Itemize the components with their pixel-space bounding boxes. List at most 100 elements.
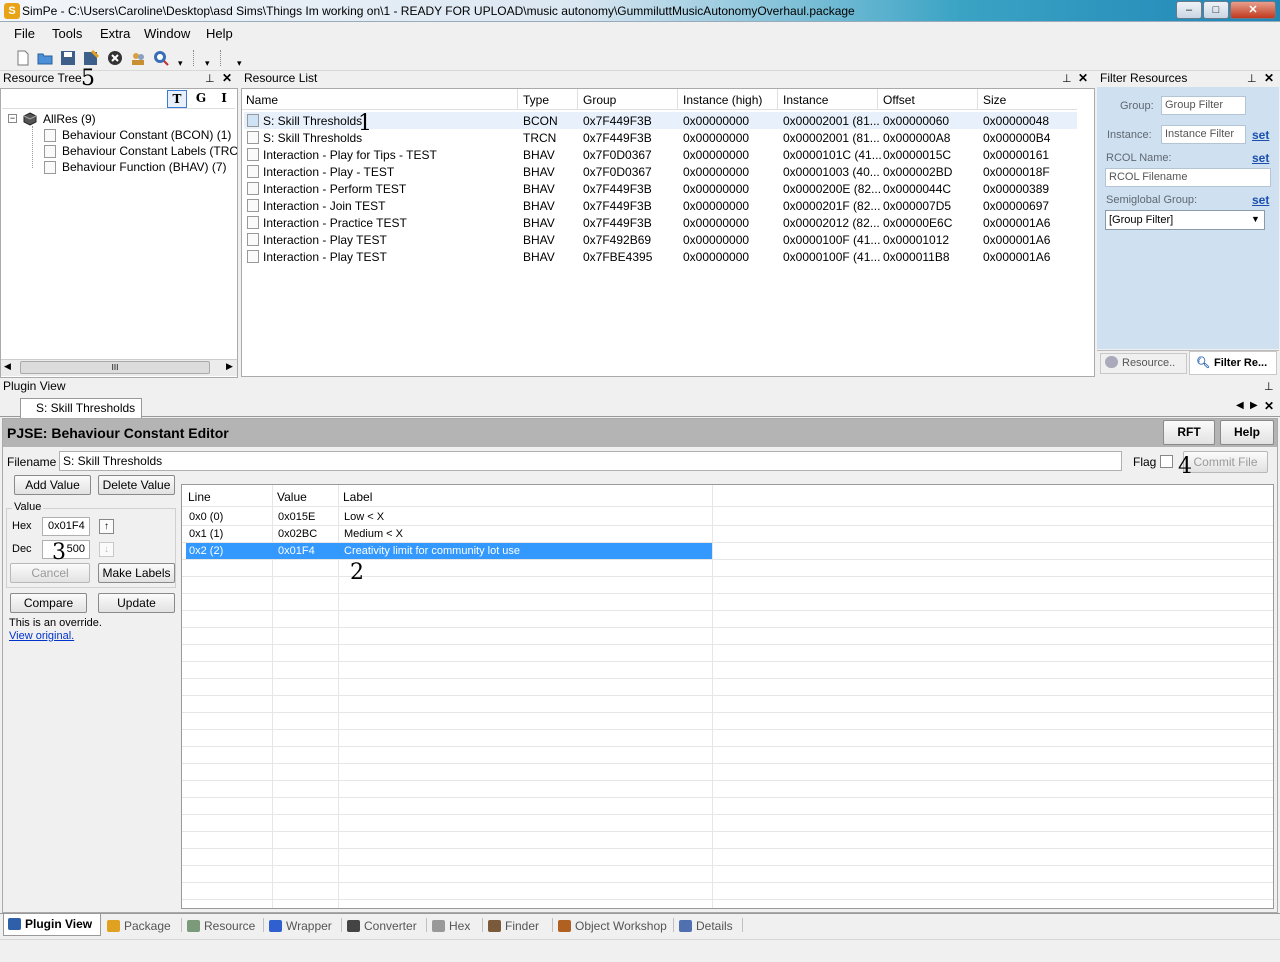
- pin-icon[interactable]: ⊥: [1264, 380, 1274, 393]
- column-header[interactable]: Type: [523, 93, 549, 107]
- filename-input[interactable]: S: Skill Thresholds: [59, 451, 1122, 471]
- tab-filter[interactable]: 🔍︎ Filter Re...: [1189, 351, 1277, 375]
- tab-package[interactable]: Package: [103, 916, 181, 936]
- grid-row-line: [182, 695, 1273, 696]
- tab-scroll-left-icon[interactable]: ◀: [1236, 400, 1244, 411]
- table-cell[interactable]: 0x0 (0): [189, 511, 223, 523]
- table-cell: BHAV: [523, 165, 555, 179]
- help-button[interactable]: Help: [1220, 420, 1274, 445]
- commit-file-button[interactable]: Commit File: [1183, 451, 1268, 473]
- hex-input[interactable]: 0x01F4: [42, 517, 90, 536]
- close-icon[interactable]: ✕: [1078, 71, 1088, 85]
- close-window-button[interactable]: ✕: [1230, 1, 1276, 19]
- column-header[interactable]: Offset: [883, 93, 915, 107]
- tree-item-trcn[interactable]: Behaviour Constant Labels (TRCN) (: [62, 144, 237, 158]
- arrow-down-icon[interactable]: ↓: [99, 542, 114, 557]
- rft-button[interactable]: RFT: [1163, 420, 1215, 445]
- minimize-button[interactable]: –: [1176, 1, 1202, 19]
- instance-filter-input[interactable]: Instance Filter: [1161, 125, 1246, 144]
- view-instance-button[interactable]: I: [214, 90, 234, 108]
- table-cell: 0x7F449F3B: [583, 182, 652, 196]
- tab-scroll-right-icon[interactable]: ▶: [1250, 400, 1258, 411]
- save-icon[interactable]: [60, 50, 76, 66]
- pin-icon[interactable]: ⊥: [1247, 72, 1257, 85]
- compare-button[interactable]: Compare: [10, 593, 87, 613]
- tab-object-workshop[interactable]: Object Workshop: [554, 916, 673, 936]
- menu-window[interactable]: Window: [144, 26, 190, 41]
- toolbar-overflow-icon[interactable]: ▾: [178, 58, 183, 69]
- scroll-left-icon[interactable]: ◀: [4, 361, 11, 372]
- cancel-button[interactable]: Cancel: [10, 563, 90, 583]
- view-group-button[interactable]: G: [191, 90, 211, 108]
- open-folder-icon[interactable]: [37, 50, 53, 66]
- save-as-icon[interactable]: [83, 50, 99, 66]
- table-cell: S: Skill Thresholds: [263, 114, 363, 128]
- group-filter-input[interactable]: Group Filter: [1161, 96, 1246, 115]
- pin-icon[interactable]: ⊥: [205, 72, 215, 85]
- dec-input[interactable]: 500: [42, 540, 90, 559]
- details-icon: [679, 920, 692, 932]
- menu-help[interactable]: Help: [206, 26, 233, 41]
- table-cell[interactable]: 0x015E: [278, 511, 315, 523]
- set-semiglobal-link[interactable]: set: [1252, 193, 1269, 207]
- tab-details[interactable]: Details: [675, 916, 742, 936]
- toolbar-overflow-icon-3[interactable]: ▾: [237, 58, 242, 69]
- tab-converter[interactable]: Converter: [343, 916, 426, 936]
- delete-value-button[interactable]: Delete Value: [98, 475, 175, 495]
- close-icon[interactable]: ✕: [222, 71, 232, 85]
- arrow-up-icon[interactable]: ↑: [99, 519, 114, 534]
- add-value-button[interactable]: Add Value: [14, 475, 91, 495]
- tab-resource[interactable]: Resource..: [1100, 353, 1187, 374]
- tree-item-bhav[interactable]: Behaviour Function (BHAV) (7): [62, 160, 227, 174]
- tree-item-bcon[interactable]: Behaviour Constant (BCON) (1): [62, 128, 231, 142]
- flag-checkbox[interactable]: [1160, 455, 1173, 468]
- close-icon[interactable]: ✕: [1264, 71, 1274, 85]
- table-cell[interactable]: Creativity limit for community lot use: [344, 545, 520, 557]
- column-header[interactable]: Group: [583, 93, 616, 107]
- update-button[interactable]: Update: [98, 593, 175, 613]
- tree-root[interactable]: AllRes (9): [43, 112, 96, 126]
- column-header[interactable]: Instance: [783, 93, 828, 107]
- collapse-icon[interactable]: −: [8, 114, 17, 123]
- pin-icon[interactable]: ⊥: [1062, 72, 1072, 85]
- tab-wrapper[interactable]: Wrapper: [265, 916, 341, 936]
- table-cell[interactable]: 0x2 (2): [189, 545, 223, 557]
- scrollbar-thumb[interactable]: III: [20, 361, 210, 374]
- close-icon[interactable]: ✕: [1264, 399, 1274, 413]
- column-header[interactable]: Instance (high): [683, 93, 762, 107]
- tab-finder[interactable]: Finder: [484, 916, 552, 936]
- close-file-icon[interactable]: [107, 50, 123, 66]
- table-cell[interactable]: 0x01F4: [278, 545, 315, 557]
- column-header[interactable]: Name: [246, 93, 278, 107]
- tab-plugin-view[interactable]: Plugin View: [3, 914, 101, 936]
- tab-hex[interactable]: Hex: [428, 916, 482, 936]
- menu-extra[interactable]: Extra: [100, 26, 130, 41]
- set-instance-link[interactable]: set: [1252, 128, 1269, 142]
- maximize-button[interactable]: □: [1203, 1, 1229, 19]
- set-rcol-link[interactable]: set: [1252, 151, 1269, 165]
- table-column-header[interactable]: Value: [277, 490, 307, 504]
- toolbar-overflow-icon-2[interactable]: ▾: [205, 58, 210, 69]
- document-tab[interactable]: S: Skill Thresholds: [20, 398, 142, 418]
- menu-file[interactable]: File: [14, 26, 35, 41]
- column-header[interactable]: Size: [983, 93, 1006, 107]
- make-labels-button[interactable]: Make Labels: [98, 563, 175, 583]
- annotation-1: 1: [358, 111, 372, 136]
- chevron-down-icon[interactable]: ▼: [1251, 214, 1260, 224]
- refresh-icon[interactable]: [153, 50, 169, 66]
- tab-resource[interactable]: Resource: [183, 916, 263, 936]
- table-column-header[interactable]: Label: [343, 490, 372, 504]
- table-cell[interactable]: Low < X: [344, 511, 384, 523]
- semiglobal-select[interactable]: [Group Filter]: [1105, 210, 1265, 230]
- scroll-right-icon[interactable]: ▶: [226, 361, 233, 372]
- view-original-link[interactable]: View original.: [9, 630, 74, 642]
- table-cell[interactable]: 0x02BC: [278, 528, 317, 540]
- users-icon[interactable]: [130, 50, 146, 66]
- menu-tools[interactable]: Tools: [52, 26, 82, 41]
- table-cell[interactable]: 0x1 (1): [189, 528, 223, 540]
- new-file-icon[interactable]: [15, 50, 31, 66]
- view-text-button[interactable]: T: [167, 90, 187, 108]
- table-column-header[interactable]: Line: [188, 490, 211, 504]
- rcol-filename-input[interactable]: RCOL Filename: [1105, 168, 1271, 187]
- table-cell[interactable]: Medium < X: [344, 528, 403, 540]
